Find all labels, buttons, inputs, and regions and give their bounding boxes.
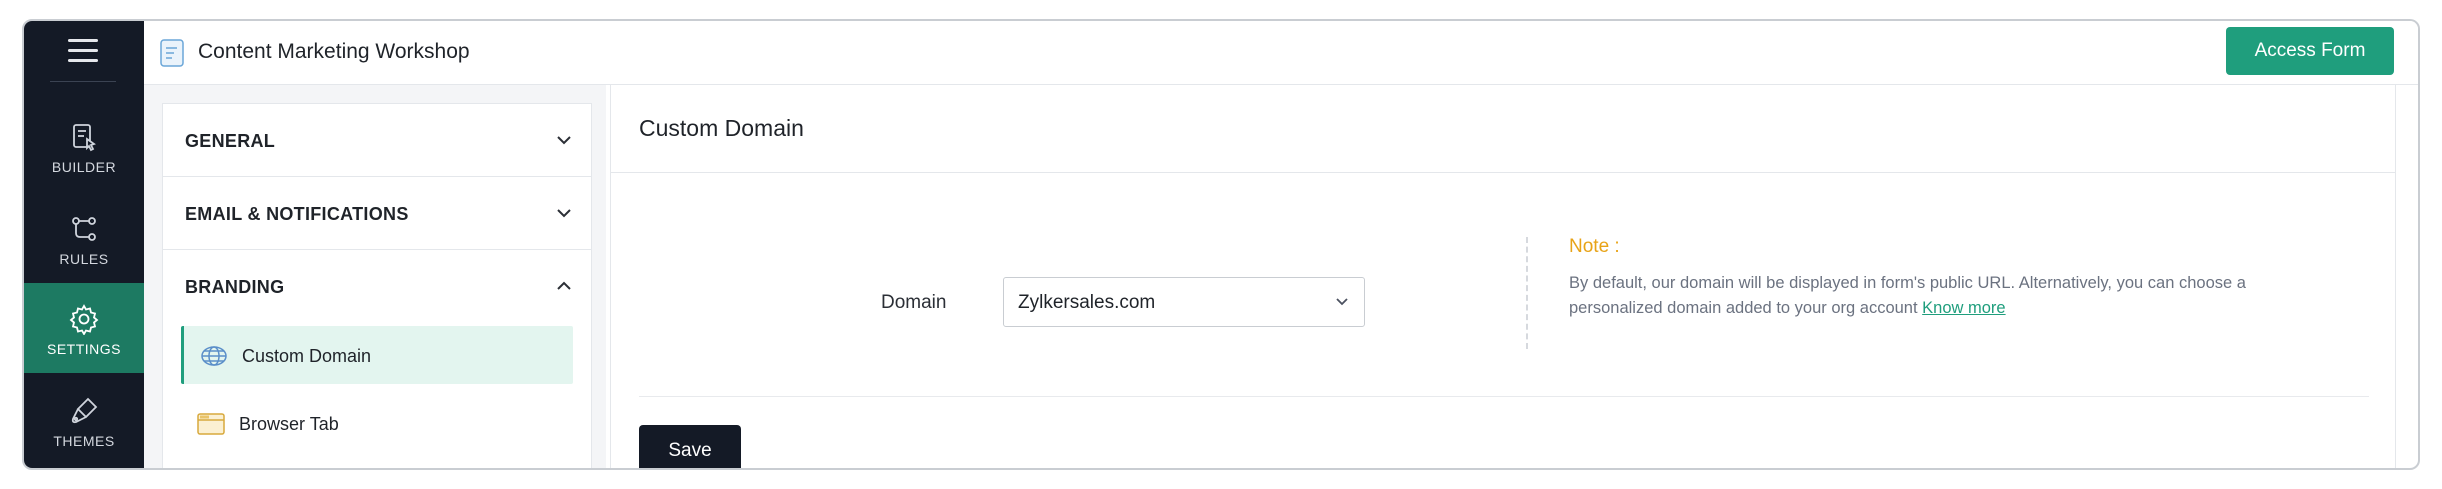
section-general[interactable]: GENERAL [163,104,591,177]
nav-item-settings[interactable]: SETTINGS [24,283,144,373]
save-button[interactable]: Save [639,425,741,468]
domain-select-value: Zylkersales.com [1018,292,1156,313]
app-window: BUILDER RULES SETTINGS THEMES Content Ma… [22,19,2420,470]
section-label-email-notifications: EMAIL & NOTIFICATIONS [185,204,409,224]
nav-label-rules: RULES [59,251,109,267]
branding-item-label: Browser Tab [239,414,339,434]
settings-panel: GENERAL EMAIL & NOTIFICATIONS BRANDING C… [162,103,592,468]
domain-label: Domain [881,292,947,313]
top-header: Content Marketing Workshop Access Form [144,21,2418,85]
chevron-down-icon [557,136,571,145]
nav-item-builder[interactable]: BUILDER [24,101,144,191]
left-nav: BUILDER RULES SETTINGS THEMES [24,21,144,468]
note-text: By default, our domain will be displayed… [1569,271,2329,321]
nav-item-themes[interactable]: THEMES [24,375,144,465]
chevron-down-icon [1336,298,1348,306]
main-title-bar: Custom Domain [611,85,2395,173]
nav-label-builder: BUILDER [51,159,117,175]
content-divider [639,396,2369,397]
access-form-button[interactable]: Access Form [2226,27,2394,75]
section-label-branding: BRANDING [185,277,285,297]
branding-item-custom-domain[interactable]: Custom Domain [181,326,573,384]
hamburger-menu-icon[interactable] [68,39,98,63]
note-title: Note : [1569,236,1620,257]
note-divider [1526,237,1528,349]
nav-label-themes: THEMES [53,433,115,449]
know-more-link[interactable]: Know more [1922,299,2005,317]
form-icon [160,39,184,67]
rules-icon [72,217,96,241]
section-branding[interactable]: BRANDING [163,250,591,323]
section-email-notifications[interactable]: EMAIL & NOTIFICATIONS [163,177,591,250]
branding-item-browser-tab[interactable]: Browser Tab [181,394,573,452]
branding-item-label: Custom Domain [242,346,372,366]
note-body: By default, our domain will be displayed… [1569,274,2246,317]
nav-divider [50,81,116,82]
domain-select[interactable]: Zylkersales.com [1003,277,1365,327]
themes-icon [71,397,98,424]
chevron-up-icon [557,281,571,290]
section-label-general: GENERAL [185,131,276,151]
globe-icon [201,346,227,366]
form-title: Content Marketing Workshop [198,40,470,63]
gear-icon [69,304,99,335]
browser-tab-icon [197,413,225,435]
nav-item-rules[interactable]: RULES [24,193,144,283]
main-content: Custom Domain Domain Zylkersales.com Not… [610,85,2396,468]
chevron-down-icon [557,209,571,218]
builder-icon [73,124,96,152]
page-title: Custom Domain [639,115,804,141]
nav-label-settings: SETTINGS [46,341,121,357]
